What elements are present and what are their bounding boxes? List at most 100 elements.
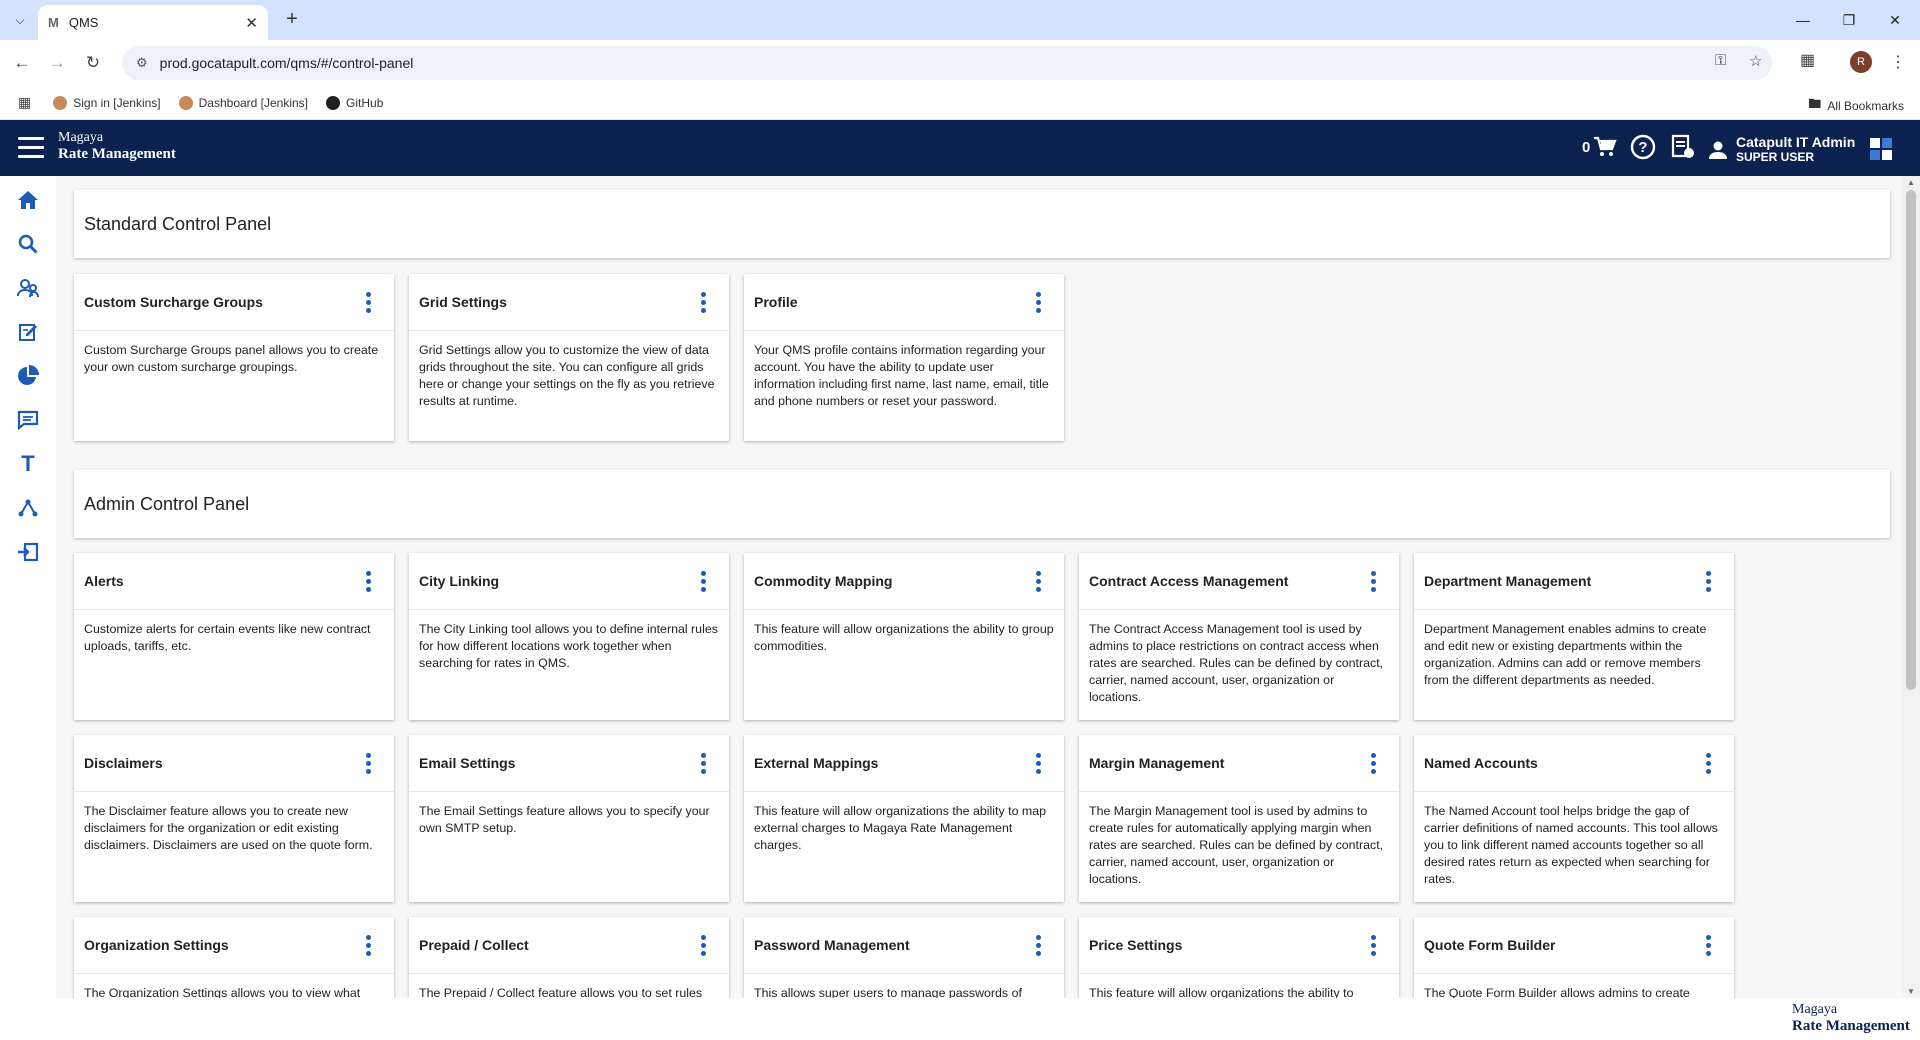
control-card[interactable]: Alerts Customize alerts for certain event… — [74, 553, 394, 720]
card-more-vert-icon[interactable] — [364, 933, 372, 957]
control-card[interactable]: Department Management Department Manageme… — [1414, 553, 1734, 720]
restore-icon[interactable]: ❐ — [1826, 0, 1872, 40]
card-header: Alerts — [74, 553, 394, 610]
logout-icon[interactable] — [16, 540, 40, 564]
standard-section-title: Standard Control Panel — [84, 213, 272, 234]
back-icon[interactable]: ← — [9, 50, 35, 76]
minimize-icon[interactable]: — — [1780, 0, 1826, 40]
card-header: Email Settings — [409, 735, 729, 792]
control-card[interactable]: Profile Your QMS profile contains informa… — [744, 274, 1064, 441]
forward-icon[interactable]: → — [44, 50, 70, 76]
address-bar[interactable]: ⚙ prod.gocatapult.com/qms/#/control-pane… — [122, 46, 1772, 80]
control-panel-content: Standard Control Panel Custom Surcharge … — [56, 176, 1902, 998]
home-icon[interactable] — [16, 188, 40, 212]
card-title: Department Management — [1424, 573, 1592, 589]
tab-close-icon[interactable]: ✕ — [245, 14, 258, 32]
control-card[interactable]: Quote Form Builder The Quote Form Builder… — [1414, 917, 1734, 998]
tab-search-chevron-icon[interactable]: ⌵ — [8, 8, 32, 32]
card-more-vert-icon[interactable] — [364, 751, 372, 775]
cart-icon — [1594, 136, 1617, 156]
card-more-vert-icon[interactable] — [699, 290, 707, 314]
cart-button[interactable]: 0 — [1582, 136, 1617, 158]
card-more-vert-icon[interactable] — [1704, 751, 1712, 775]
card-more-vert-icon[interactable] — [1034, 290, 1042, 314]
search-icon[interactable] — [16, 232, 40, 256]
app-header: Magaya Rate Management 0 ? Catapult IT A… — [0, 120, 1920, 176]
card-header: City Linking — [409, 553, 729, 610]
browser-menu-icon[interactable]: ⋮ — [1890, 52, 1906, 72]
extensions-icon[interactable]: ▦ — [1800, 50, 1815, 70]
users-icon[interactable] — [16, 276, 40, 300]
cart-count: 0 — [1582, 138, 1591, 156]
edit-icon[interactable] — [16, 320, 40, 344]
reports-icon[interactable] — [1670, 134, 1696, 166]
control-card[interactable]: City Linking The City Linking tool allows… — [409, 553, 729, 720]
control-card[interactable]: Custom Surcharge Groups Custom Surcharge … — [74, 274, 394, 441]
card-more-vert-icon[interactable] — [1034, 751, 1042, 775]
card-header: Prepaid / Collect — [409, 917, 729, 974]
control-card[interactable]: Commodity Mapping This feature will allow… — [744, 553, 1064, 720]
card-more-vert-icon[interactable] — [1704, 933, 1712, 957]
help-icon[interactable]: ? — [1630, 134, 1656, 166]
card-more-vert-icon[interactable] — [699, 933, 707, 957]
svg-text:?: ? — [1638, 139, 1647, 156]
card-more-vert-icon[interactable] — [364, 290, 372, 314]
control-card[interactable]: Contract Access Management The Contract A… — [1079, 553, 1399, 720]
card-more-vert-icon[interactable] — [699, 569, 707, 593]
control-card[interactable]: External Mappings This feature will allow… — [744, 735, 1064, 902]
chat-icon[interactable] — [16, 408, 40, 432]
scroll-down-icon[interactable]: ▼ — [1907, 987, 1915, 996]
scroll-thumb[interactable] — [1906, 190, 1916, 690]
password-key-icon[interactable]: ⚿ — [1715, 52, 1726, 69]
bookmark-label: GitHub — [346, 95, 384, 110]
browser-tab[interactable]: M QMS ✕ — [38, 5, 268, 40]
control-card[interactable]: Price Settings This feature will allow or… — [1079, 917, 1399, 998]
control-card[interactable]: Email Settings The Email Settings feature… — [409, 735, 729, 902]
admin-section-title: Admin Control Panel — [84, 493, 250, 514]
card-more-vert-icon[interactable] — [1034, 933, 1042, 957]
card-more-vert-icon[interactable] — [1369, 569, 1377, 593]
bookmark-jenkins-dashboard[interactable]: Dashboard [Jenkins] — [178, 95, 309, 110]
bookmark-label: Dashboard [Jenkins] — [198, 95, 309, 110]
card-more-vert-icon[interactable] — [364, 569, 372, 593]
control-card[interactable]: Margin Management The Margin Management t… — [1079, 735, 1399, 902]
control-card[interactable]: Disclaimers The Disclaimer feature allows… — [74, 735, 394, 902]
control-card[interactable]: Prepaid / Collect The Prepaid / Collect f… — [409, 917, 729, 998]
app-switcher-icon[interactable] — [1870, 138, 1892, 160]
card-description: The Prepaid / Collect feature allows you… — [419, 986, 703, 998]
brand-logo[interactable]: Magaya Rate Management — [58, 130, 176, 162]
card-title: Disclaimers — [84, 755, 163, 771]
card-more-vert-icon[interactable] — [1369, 751, 1377, 775]
card-description: The City Linking tool allows you to defi… — [419, 622, 718, 670]
card-more-vert-icon[interactable] — [1704, 569, 1712, 593]
all-bookmarks-button[interactable]: 🖿 All Bookmarks — [1808, 95, 1904, 117]
bookmark-jenkins-signin[interactable]: Sign in [Jenkins] — [53, 95, 161, 110]
card-more-vert-icon[interactable] — [1034, 569, 1042, 593]
card-more-vert-icon[interactable] — [699, 751, 707, 775]
card-title: Grid Settings — [419, 294, 507, 310]
card-title: Prepaid / Collect — [419, 937, 529, 953]
hamburger-menu-icon[interactable] — [18, 137, 44, 159]
bookmark-github[interactable]: GitHub — [326, 95, 384, 110]
profile-avatar[interactable]: R — [1850, 51, 1872, 73]
control-card[interactable]: Grid Settings Grid Settings allow you to … — [409, 274, 729, 441]
control-card[interactable]: Named Accounts The Named Account tool hel… — [1414, 735, 1734, 902]
control-card[interactable]: Organization Settings The Organization Se… — [74, 917, 394, 998]
user-menu[interactable]: Catapult IT Admin SUPER USER — [1708, 135, 1855, 164]
content-scrollbar[interactable]: ▲ ▼ — [1902, 176, 1920, 998]
card-more-vert-icon[interactable] — [1369, 933, 1377, 957]
folder-icon: 🖿 — [1808, 96, 1822, 111]
pie-chart-icon[interactable] — [16, 364, 40, 388]
control-card[interactable]: Password Management This allows super use… — [744, 917, 1064, 998]
reload-icon[interactable]: ↻ — [80, 50, 106, 76]
new-tab-icon[interactable]: + — [280, 8, 304, 32]
card-header: Organization Settings — [74, 917, 394, 974]
text-icon[interactable]: T — [16, 451, 40, 476]
bookmark-star-icon[interactable]: ☆ — [1749, 52, 1762, 70]
site-info-icon[interactable]: ⚙ — [136, 55, 148, 71]
scroll-up-icon[interactable]: ▲ — [1907, 178, 1915, 187]
user-name: Catapult IT Admin — [1736, 134, 1856, 150]
apps-grid-icon[interactable]: ▦ — [18, 94, 31, 111]
window-close-icon[interactable]: ✕ — [1872, 0, 1918, 40]
network-icon[interactable] — [16, 496, 40, 520]
